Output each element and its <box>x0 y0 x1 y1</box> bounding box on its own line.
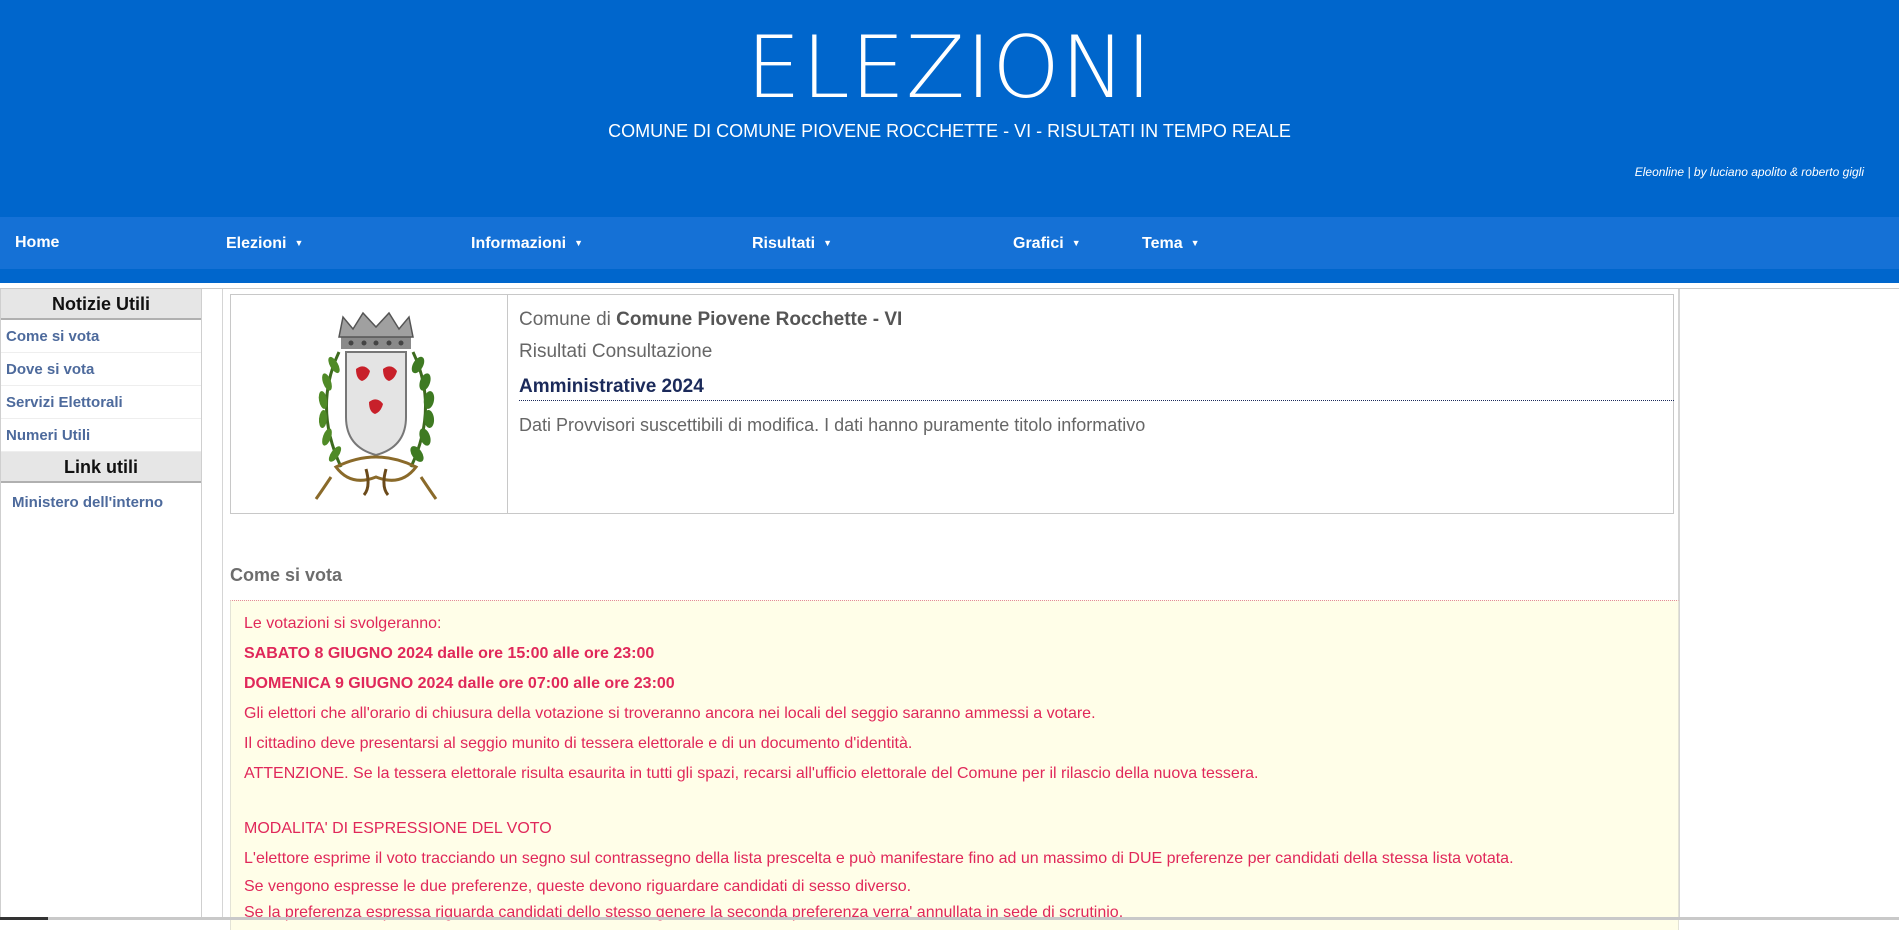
nav-home[interactable]: Home <box>15 217 59 269</box>
disclaimer-text: Dati Provvisori suscettibili di modifica… <box>519 415 1146 435</box>
nav-tema[interactable]: Tema ▼ <box>1142 217 1200 269</box>
main-content: Comune di Comune Piovene Rocchette - VI … <box>222 289 1679 930</box>
info-line-date: DOMENICA 9 GIUGNO 2024 dalle ore 07:00 a… <box>244 675 675 692</box>
navbar-bottom-band <box>0 269 1899 283</box>
info-line-heading: MODALITA' DI ESPRESSIONE DEL VOTO <box>244 820 552 837</box>
site-header: ELEZIONI COMUNE DI COMUNE PIOVENE ROCCHE… <box>0 0 1899 217</box>
sidebar-link-ministero[interactable]: Ministero dell'interno <box>1 486 201 519</box>
info-line: L'elettore esprime il voto tracciando un… <box>244 850 1514 867</box>
main-navbar: Home Elezioni ▼ Informazioni ▼ Risultati ▼ … <box>0 217 1899 269</box>
caret-down-icon: ▼ <box>574 238 584 248</box>
comune-info-box: Comune di Comune Piovene Rocchette - VI … <box>230 294 1674 514</box>
caret-down-icon: ▼ <box>1071 238 1081 248</box>
sidebar-link-numeri-utili[interactable]: Numeri Utili <box>1 419 201 452</box>
consultazione-label: Risultati Consultazione <box>519 341 713 362</box>
caret-down-icon: ▼ <box>1190 238 1200 248</box>
logo-cell <box>231 295 508 513</box>
info-line: Se vengono espresse le due preferenze, q… <box>244 878 912 895</box>
election-title: Amministrative 2024 <box>519 376 1674 401</box>
nav-elezioni[interactable]: Elezioni ▼ <box>226 217 303 269</box>
info-line: Se la preferenza espressa riguarda candi… <box>244 904 1124 921</box>
comune-line: Comune di Comune Piovene Rocchette - VI <box>519 309 903 330</box>
coat-of-arms-logo <box>314 311 438 500</box>
sidebar-heading-link-utili: Link utili <box>1 452 201 483</box>
sidebar-link-come-si-vota[interactable]: Come si vota <box>1 320 201 353</box>
nav-informazioni[interactable]: Informazioni ▼ <box>471 217 583 269</box>
sidebar-link-dove-si-vota[interactable]: Dove si vota <box>1 353 201 386</box>
info-line: Gli elettori che all'orario di chiusura … <box>244 705 1096 722</box>
sidebar-heading-notizie: Notizie Utili <box>1 289 201 320</box>
site-title: ELEZIONI <box>746 18 1153 118</box>
sidebar-link-servizi-elettorali[interactable]: Servizi Elettorali <box>1 386 201 419</box>
caret-down-icon: ▼ <box>823 238 833 248</box>
info-line-date: SABATO 8 GIUGNO 2024 dalle ore 15:00 all… <box>244 645 655 662</box>
nav-grafici[interactable]: Grafici ▼ <box>1013 217 1081 269</box>
comune-name: Comune Piovene Rocchette - VI <box>616 309 903 330</box>
left-sidebar: Notizie Utili Come si vota Dove si vota … <box>0 289 202 920</box>
credits-link[interactable]: Eleonline | by luciano apolito & roberto… <box>1635 165 1864 179</box>
site-subtitle: COMUNE DI COMUNE PIOVENE ROCCHETTE - VI … <box>608 121 1291 141</box>
right-column <box>1679 289 1899 920</box>
nav-risultati[interactable]: Risultati ▼ <box>752 217 832 269</box>
section-title-come-si-vota: Come si vota <box>230 565 343 585</box>
info-line: Le votazioni si svolgeranno: <box>244 615 442 632</box>
info-line: ATTENZIONE. Se la tessera elettorale ris… <box>244 765 1259 782</box>
info-line: Il cittadino deve presentarsi al seggio … <box>244 735 913 752</box>
caret-down-icon: ▼ <box>294 238 304 248</box>
voting-info-box: Le votazioni si svolgeranno: SABATO 8 GI… <box>230 600 1679 930</box>
